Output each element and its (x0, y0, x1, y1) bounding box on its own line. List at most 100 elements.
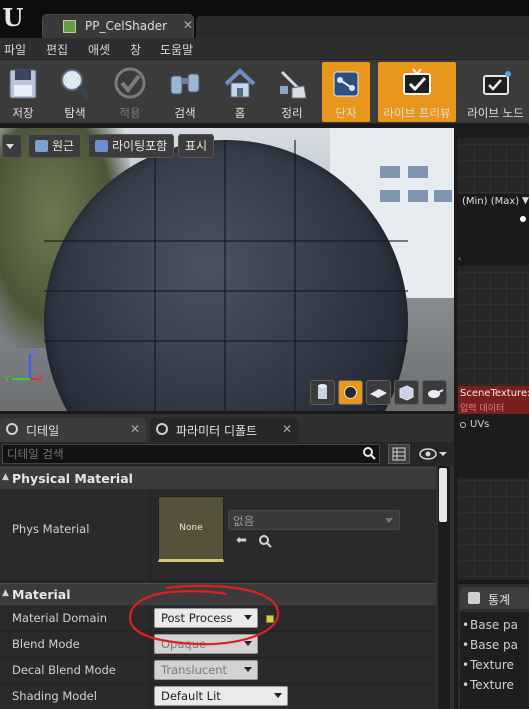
live-nodes-button[interactable]: 라이브 노드 (462, 62, 529, 122)
cube-icon (399, 385, 414, 401)
combo-value: Post Process (161, 611, 233, 625)
details-tab-strip: 디테일 ✕ 파라미터 디폴트 ✕ (0, 416, 454, 442)
graph-node[interactable]: (Min) (Max) ▼ ‹ (458, 194, 529, 266)
browse-asset-search-icon[interactable] (258, 534, 272, 548)
category-title: Physical Material (12, 471, 133, 486)
reset-to-default-icon[interactable] (266, 615, 274, 623)
category-material[interactable]: ▲ Material (0, 583, 436, 605)
lit-icon (95, 140, 108, 152)
cube-shape-button[interactable] (394, 380, 419, 405)
teapot-icon (428, 389, 444, 398)
menu-file[interactable]: 파일 (4, 41, 26, 58)
live-preview-button[interactable]: 라이브 프리뷰 (378, 62, 456, 122)
pin-label: UVs (470, 419, 490, 430)
tab-parameter-defaults[interactable]: 파라미터 디폴트 ✕ (150, 418, 298, 442)
asset-picker-combo[interactable]: 없음 (228, 510, 400, 530)
menu-window[interactable]: 창 (130, 41, 141, 58)
chevron-down-icon (244, 641, 252, 646)
node-title: (Min) (Max) (462, 196, 520, 207)
browse-button[interactable]: 탐색 (50, 62, 100, 122)
plane-icon (370, 389, 387, 398)
decal-blend-mode-combo[interactable]: Translucent (154, 660, 258, 680)
property-matrix-button[interactable] (388, 444, 410, 464)
broom-icon (280, 70, 307, 99)
expand-arrow-icon: ▲ (2, 588, 9, 598)
tab-details[interactable]: 디테일 ✕ (0, 418, 146, 442)
search-icon (156, 423, 168, 435)
viewport-toolbar: 원근 라이팅포함 표시 (0, 134, 454, 158)
document-tab-label: PP_CelShader (85, 19, 168, 33)
sphere-shape-button[interactable] (338, 380, 363, 405)
perspective-label: 원근 (52, 139, 75, 153)
live-nodes-icon (482, 71, 511, 95)
pins-button[interactable]: 단자 (322, 62, 370, 122)
building-window (380, 190, 400, 202)
scrollbar-thumb[interactable] (439, 468, 447, 522)
tab-strip-empty (196, 16, 529, 38)
lit-mode-button[interactable]: 라이팅포함 (88, 134, 175, 158)
sphere-icon (344, 386, 357, 399)
viewport-options-dropdown[interactable] (2, 134, 22, 158)
search-icon[interactable] (362, 446, 376, 460)
property-label: Shading Model (12, 689, 97, 703)
view-options-eye-icon[interactable] (418, 446, 448, 462)
stats-tab-label: 통계 (488, 593, 511, 607)
chevron-down-icon[interactable]: ▼ (522, 196, 529, 206)
live-preview-icon (403, 68, 431, 95)
home-icon (224, 68, 256, 98)
building-window (434, 190, 452, 202)
close-tab-icon[interactable]: ✕ (282, 422, 292, 436)
tab-stats[interactable]: 통계 (460, 587, 529, 609)
save-button[interactable]: 저장 (2, 62, 44, 122)
perspective-button[interactable]: 원근 (28, 134, 82, 158)
node-title: SceneTexture:D (460, 388, 529, 399)
menu-help[interactable]: 도움말 (160, 41, 193, 58)
building-window (408, 166, 428, 178)
svg-text:X: X (37, 375, 43, 385)
cylinder-shape-button[interactable] (310, 380, 335, 405)
scene-texture-node[interactable]: SceneTexture:D 입력 데이터 UVs (458, 386, 529, 478)
show-button[interactable]: 표시 (178, 134, 215, 158)
input-pin-icon[interactable] (460, 422, 466, 428)
property-row-material-domain: Material Domain Post Process (0, 606, 436, 632)
output-pin-icon[interactable] (520, 216, 526, 222)
grid-icon (392, 447, 406, 461)
stat-line: Base pa (462, 638, 518, 652)
details-search-row (0, 442, 454, 466)
close-tab-icon[interactable]: ✕ (130, 422, 140, 436)
details-search-input[interactable] (2, 444, 380, 464)
plane-shape-button[interactable] (366, 380, 391, 405)
save-icon (9, 69, 37, 99)
preview-viewport[interactable]: 원근 라이팅포함 표시 Z Y X (0, 128, 454, 411)
custom-mesh-button[interactable] (422, 380, 447, 405)
cleanup-button[interactable]: 정리 (270, 62, 314, 122)
expand-arrow-icon: ▲ (2, 472, 9, 482)
chevron-left-icon: ‹ (458, 254, 462, 263)
axis-gizmo: Z Y X (4, 349, 43, 385)
menu-bar: 파일 편집 애셋 창 도움말 (0, 38, 529, 60)
details-scrollbar[interactable] (438, 466, 450, 709)
category-physical-material[interactable]: ▲ Physical Material (0, 467, 436, 489)
close-tab-icon[interactable]: ✕ (183, 18, 193, 32)
document-tab[interactable]: PP_CelShader ✕ (42, 14, 194, 38)
chevron-down-icon (274, 693, 282, 698)
material-domain-combo[interactable]: Post Process (154, 608, 258, 628)
stat-line: Texture (462, 658, 514, 672)
blend-mode-combo[interactable]: Opaque (154, 634, 258, 654)
use-selected-arrow-icon[interactable]: ⬅ (236, 534, 250, 548)
title-bar: U PP_CelShader ✕ (0, 0, 529, 38)
property-row-blend-mode: Blend Mode Opaque (0, 632, 436, 658)
search-button[interactable]: 검색 (160, 62, 210, 122)
svg-text:Y: Y (4, 375, 10, 385)
shading-model-combo[interactable]: Default Lit (154, 686, 288, 706)
asset-thumbnail[interactable]: None (158, 496, 224, 562)
menu-edit[interactable]: 편집 (46, 41, 68, 58)
menu-asset[interactable]: 애셋 (88, 41, 110, 58)
combo-value: Default Lit (161, 689, 221, 703)
pins-label: 단자 (335, 106, 357, 120)
property-label: Phys Material (12, 522, 90, 536)
material-asset-icon (63, 20, 76, 33)
apply-button[interactable]: 적용 (108, 62, 152, 122)
home-button[interactable]: 홈 (218, 62, 262, 122)
home-label: 홈 (234, 106, 246, 120)
